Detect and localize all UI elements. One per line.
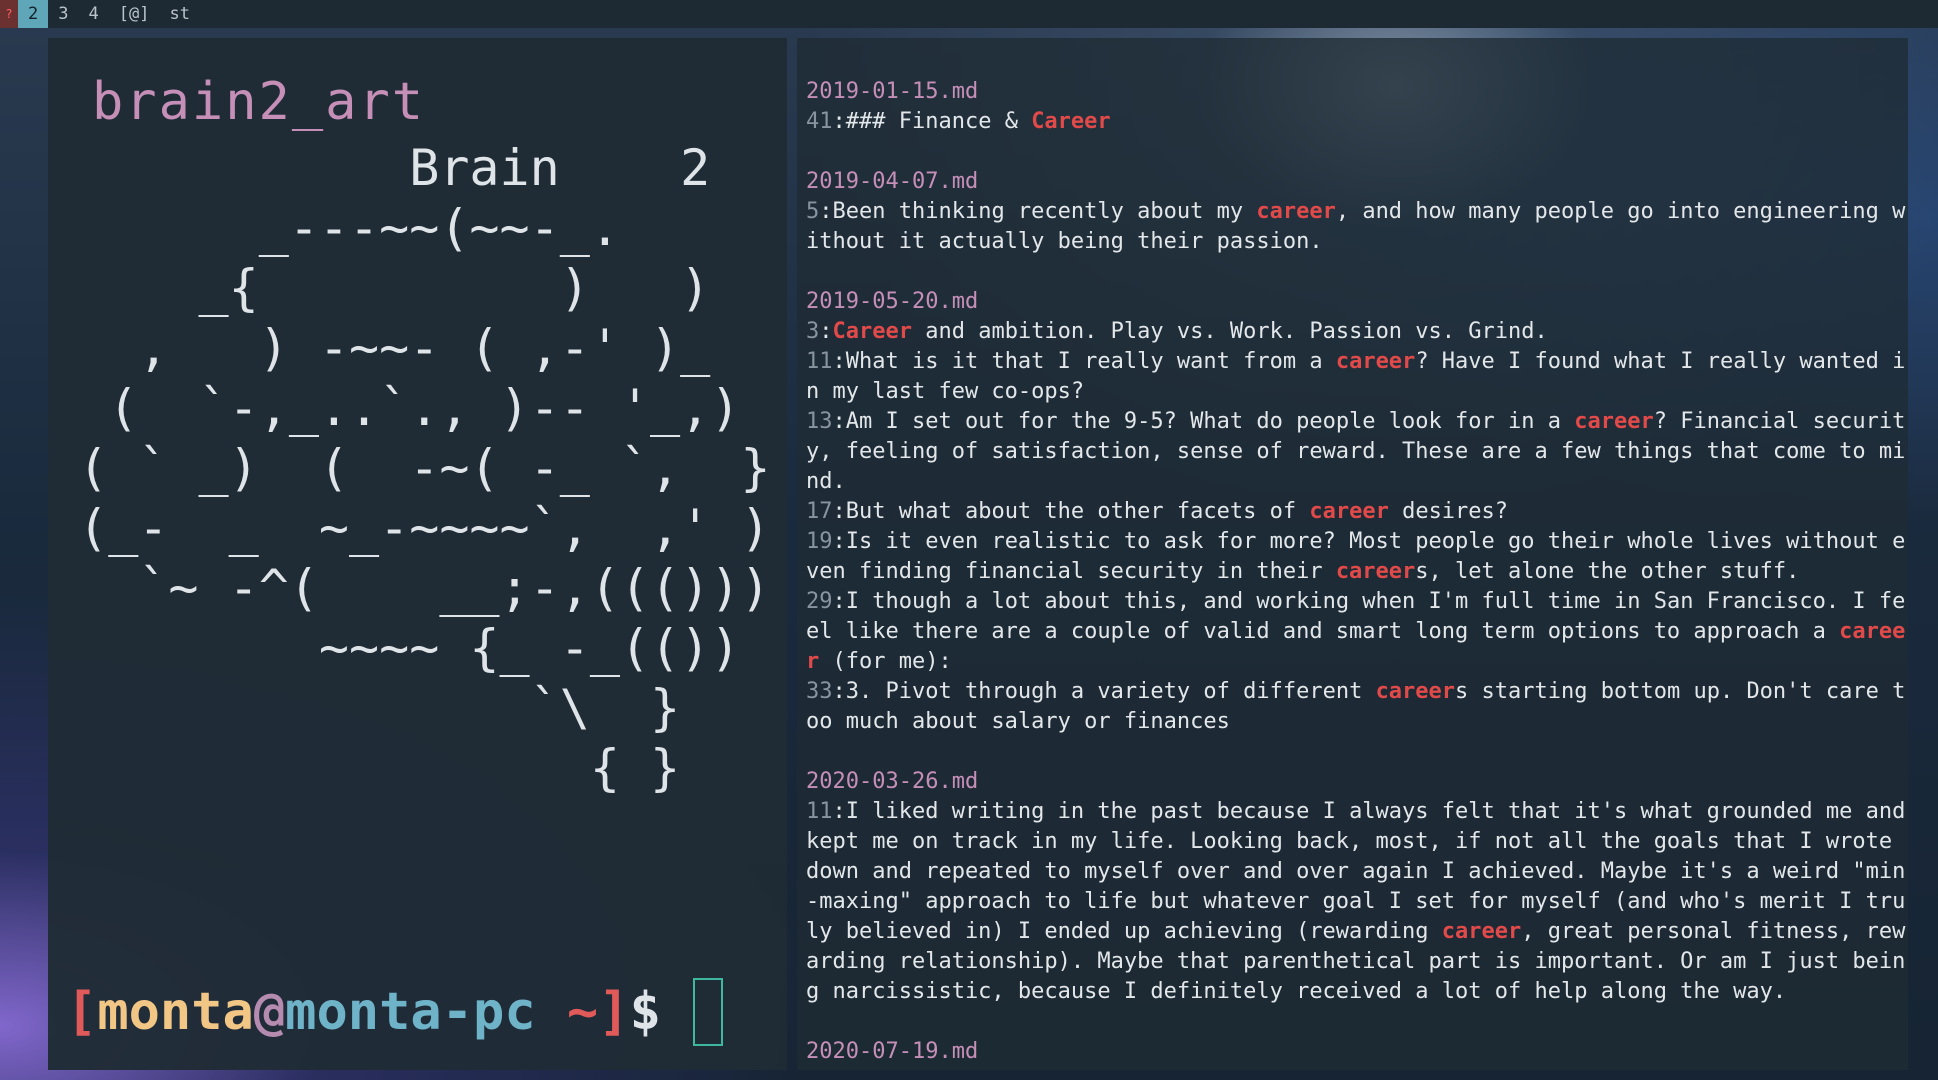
match-text: 3. Pivot through a variety of different: [845, 679, 1376, 704]
result-file-group: 2019-04-07.md 5:Been thinking recently ab…: [806, 167, 1906, 257]
terminal-pane-left[interactable]: brain2_art Brain 2 _---~~(~~-_. _{ ) ) ,…: [48, 38, 787, 1070]
result-filename: 2019-04-07.md: [806, 169, 979, 194]
result-file-group: 2019-01-15.md 41:### Finance & Career: [806, 77, 1906, 137]
art-line: `~ -^( __;-,((())): [48, 559, 771, 617]
workspace-tab-4[interactable]: 4: [79, 0, 109, 28]
terminal-cursor[interactable]: [692, 978, 723, 1046]
result-match-line: 11:I liked writing in the past because I…: [806, 797, 1906, 1007]
art-line: _{ ) ): [48, 259, 711, 317]
result-match-line: 33:3. Pivot through a variety of differe…: [806, 679, 1906, 734]
prompt-close-bracket: ]: [598, 982, 630, 1042]
workspace-tab-3[interactable]: 3: [48, 0, 78, 28]
result-file-group: 2019-05-20.md 3:Career and ambition. Play…: [806, 287, 1906, 737]
terminal-pane-right[interactable]: 2019-01-15.md 41:### Finance & Career 2019…: [797, 38, 1908, 1070]
match-text: and ambition. Play vs. Work. Passion vs.…: [911, 319, 1548, 344]
result-file-group: 2020-07-19.md: [806, 1037, 1906, 1067]
result-filename: 2019-01-15.md: [806, 79, 979, 104]
prompt-path: ~: [535, 982, 599, 1042]
match-text: ### Finance &: [845, 109, 1032, 134]
art-line: { }: [48, 739, 681, 797]
result-match-line: 13:Am I set out for the 9-5? What do peo…: [806, 409, 1906, 494]
art-line: _---~~(~~-_.: [48, 199, 620, 257]
art-line: ( `-,_..`., )-- '_,): [48, 379, 741, 437]
art-line: `\ }: [48, 679, 681, 737]
result-filename: 2019-05-20.md: [806, 289, 979, 314]
art-line: Brain 2: [48, 139, 711, 197]
result-match-line: 5:Been thinking recently about my career…: [806, 199, 1906, 254]
brain-ascii-art: Brain 2 _---~~(~~-_. _{ ) ) , ) -~~- ( ,…: [48, 138, 770, 798]
result-filename: 2020-07-19.md: [806, 1039, 979, 1064]
prompt-at: @: [253, 982, 286, 1042]
art-title: brain2_art: [92, 72, 426, 132]
prompt-host: monta-pc: [285, 982, 536, 1042]
search-highlight: career: [1574, 409, 1654, 434]
art-line: , ) -~~- ( ,-' )_: [48, 319, 711, 377]
match-text: Been thinking recently about my: [832, 199, 1257, 224]
art-line: ( ` _) ( -~( -_ `, }: [48, 439, 771, 497]
grep-results: 2019-01-15.md 41:### Finance & Career 2019…: [806, 77, 1906, 1070]
result-match-line: 29:I though a lot about this, and workin…: [806, 589, 1906, 674]
search-highlight: Career: [1031, 109, 1111, 134]
line-number: 11: [806, 799, 833, 824]
search-highlight: career: [1256, 199, 1336, 224]
workspace-tab-scratch[interactable]: [@]: [109, 0, 160, 28]
line-number: 19: [806, 529, 833, 554]
prompt-user: monta: [97, 982, 254, 1042]
match-text: (for me):: [819, 649, 952, 674]
match-text: s, let alone the other stuff.: [1415, 559, 1800, 584]
search-highlight: career: [1335, 349, 1416, 374]
match-text: What is it that I really want from a: [845, 349, 1336, 374]
art-line: ~~~~ {_ -_(()): [48, 619, 741, 677]
result-match-line: 41:### Finance & Career: [806, 109, 1111, 134]
shell-prompt[interactable]: [monta @ monta-pc ~] $: [66, 978, 723, 1046]
result-match-line: 19:Is it even realistic to ask for more?…: [806, 529, 1906, 584]
art-line: (_- _ ~_-~~~~`, ,' ): [48, 499, 771, 557]
line-number: 41: [806, 109, 833, 134]
result-file-group: 2020-03-26.md 11:I liked writing in the p…: [806, 767, 1906, 1007]
search-highlight: career: [1441, 919, 1522, 944]
line-number: 17: [806, 499, 833, 524]
search-highlight: career: [1375, 679, 1456, 704]
line-number: 29: [806, 589, 833, 614]
line-number: 5: [806, 199, 820, 224]
search-highlight: career: [1335, 559, 1416, 584]
result-match-line: 11:What is it that I really want from a …: [806, 349, 1906, 404]
status-bar: ? 2 3 4 [@] st: [0, 0, 1938, 28]
line-number: 13: [806, 409, 833, 434]
prompt-symbol: $: [629, 982, 661, 1042]
match-text: But what about the other facets of: [845, 499, 1310, 524]
line-number: 3: [806, 319, 820, 344]
line-number: 11: [806, 349, 833, 374]
match-text: I though a lot about this, and working w…: [806, 589, 1906, 644]
line-number: 33: [806, 679, 833, 704]
result-match-line: 3:Career and ambition. Play vs. Work. Pa…: [806, 319, 1548, 344]
window-title: st: [169, 4, 190, 24]
search-highlight: Career: [832, 319, 912, 344]
prompt-open-bracket: [: [66, 982, 98, 1042]
urgent-indicator-icon: ?: [0, 0, 18, 28]
workspace-tab-2[interactable]: 2: [18, 0, 49, 28]
match-text: Am I set out for the 9-5? What do people…: [845, 409, 1575, 434]
match-text: desires?: [1388, 499, 1509, 524]
result-filename: 2020-03-26.md: [806, 769, 979, 794]
search-highlight: career: [1309, 499, 1389, 524]
result-match-line: 17:But what about the other facets of ca…: [806, 499, 1509, 524]
